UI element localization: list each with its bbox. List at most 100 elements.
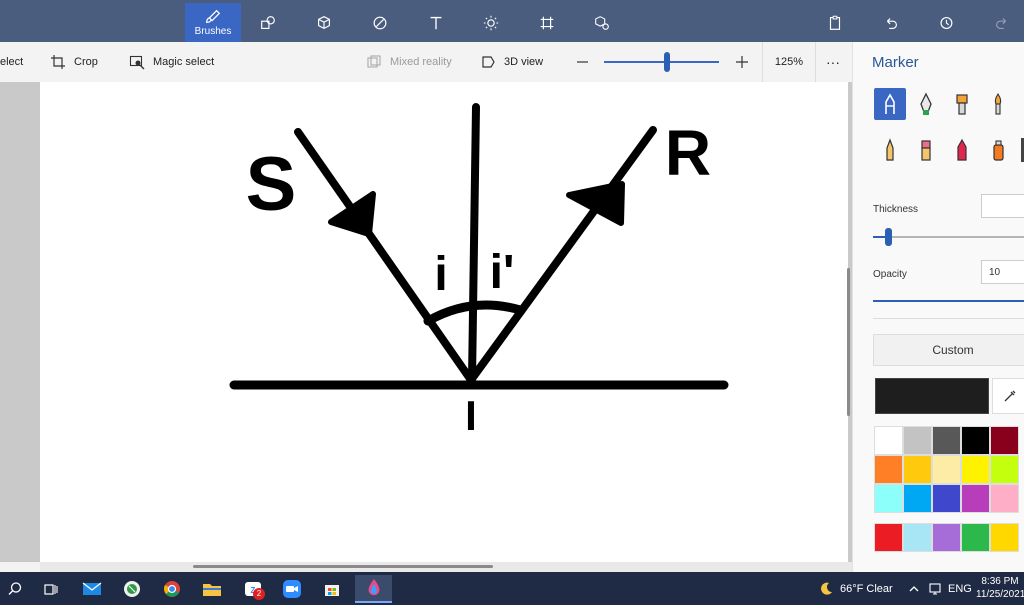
app-icon (124, 581, 140, 597)
store-app[interactable] (317, 575, 347, 603)
thickness-input[interactable] (981, 194, 1024, 218)
green-app[interactable] (117, 575, 147, 603)
drawing-canvas[interactable]: S R i i' I (40, 82, 848, 562)
spray-can-brush[interactable] (982, 134, 1014, 166)
current-color-swatch[interactable] (875, 378, 989, 414)
color-swatch[interactable] (874, 484, 903, 513)
label-angle-i: i (434, 248, 447, 301)
canvas-tab[interactable] (519, 3, 575, 42)
zoom-level-box[interactable]: 125% (762, 42, 816, 82)
zoom-value: 125% (774, 56, 804, 68)
oil-brush[interactable] (946, 88, 978, 120)
eyedropper-button[interactable] (992, 378, 1024, 414)
library-3d-icon (595, 15, 609, 30)
view-3d-button[interactable]: 3D view (480, 42, 543, 82)
color-swatch[interactable] (932, 455, 961, 484)
weather-widget[interactable]: 66°F Clear (818, 572, 893, 605)
custom-color-button[interactable]: Custom (873, 334, 1024, 366)
network-icon (929, 582, 941, 595)
label-r: R (665, 117, 711, 189)
language-indicator[interactable]: ENG (948, 572, 972, 605)
view-3d-icon (482, 56, 495, 68)
thickness-slider-thumb[interactable] (885, 228, 893, 246)
redo-button[interactable] (974, 3, 1024, 42)
opacity-label: Opacity (873, 269, 907, 280)
color-swatch[interactable] (903, 426, 932, 455)
color-swatch[interactable] (903, 484, 932, 513)
color-swatch[interactable] (874, 426, 903, 455)
mail-app[interactable] (77, 575, 107, 603)
color-swatch[interactable] (961, 455, 990, 484)
shapes-2d-icon (261, 15, 275, 29)
pencil-brush[interactable] (874, 134, 906, 166)
file-explorer-app[interactable] (197, 575, 227, 603)
magic-select-button[interactable]: Magic select (129, 42, 214, 82)
crop-button[interactable]: Crop (50, 42, 98, 82)
paste-button[interactable] (807, 3, 863, 42)
color-swatch[interactable] (932, 523, 961, 552)
color-swatch[interactable] (874, 523, 903, 552)
crop-icon (51, 55, 65, 69)
color-swatch[interactable] (990, 426, 1019, 455)
color-swatch[interactable] (961, 484, 990, 513)
paint3d-app[interactable] (355, 575, 392, 603)
color-swatch[interactable] (990, 523, 1019, 552)
task-view-button[interactable] (36, 575, 66, 603)
text-tab[interactable] (408, 3, 464, 42)
color-swatch[interactable] (961, 426, 990, 455)
workspace-left (0, 82, 40, 562)
crop-label: Crop (74, 56, 98, 68)
stickers-tab[interactable] (352, 3, 408, 42)
eraser-brush[interactable] (910, 134, 942, 166)
more-options-button[interactable]: ··· (826, 42, 840, 82)
zoom-out-button[interactable] (575, 42, 591, 82)
zoom-chat-app[interactable]: Z 2 (238, 575, 268, 603)
chevron-up-icon (909, 585, 919, 591)
effects-tab[interactable] (463, 3, 519, 42)
network-button[interactable] (928, 572, 942, 605)
label-angle-i-prime: i' (490, 246, 515, 299)
cube-icon (318, 15, 330, 29)
vertical-scrollbar[interactable] (847, 268, 850, 416)
select-button[interactable]: elect (0, 42, 23, 82)
magic-select-label: Magic select (153, 56, 215, 68)
chrome-app[interactable] (157, 575, 187, 603)
undo-button[interactable] (863, 3, 919, 42)
color-swatch[interactable] (874, 455, 903, 484)
search-button[interactable] (0, 575, 30, 603)
clock[interactable]: 8:36 PM 11/25/2021 (976, 575, 1024, 601)
color-swatch[interactable] (961, 523, 990, 552)
marker-brush[interactable] (874, 88, 906, 120)
zoom-in-button[interactable] (734, 42, 750, 82)
zoom-slider-track[interactable] (604, 61, 719, 63)
color-swatch[interactable] (990, 455, 1019, 484)
history-button[interactable] (918, 3, 974, 42)
opacity-slider-track[interactable] (873, 300, 1024, 302)
plus-icon (736, 56, 748, 68)
calligraphy-pen-icon (920, 92, 932, 115)
shapes-3d-tab[interactable] (296, 3, 352, 42)
incident-arrowhead (328, 191, 376, 237)
watercolor-brush[interactable] (982, 88, 1014, 120)
calligraphy-pen-brush[interactable] (910, 88, 942, 120)
thickness-slider-track[interactable] (873, 236, 1024, 238)
library-3d-tab[interactable] (574, 3, 630, 42)
more-options-label: ··· (826, 54, 840, 70)
redo-icon (996, 17, 1007, 29)
zoom-app[interactable] (277, 575, 307, 603)
color-swatch[interactable] (932, 484, 961, 513)
brushes-tab[interactable]: Brushes (185, 3, 241, 42)
color-swatch[interactable] (932, 426, 961, 455)
mixed-reality-button[interactable]: Mixed reality (366, 42, 452, 82)
history-icon (940, 16, 953, 29)
color-swatch[interactable] (990, 484, 1019, 513)
opacity-input[interactable]: 10 (981, 260, 1024, 284)
zoom-slider-thumb[interactable] (664, 52, 671, 72)
crayon-brush[interactable] (946, 134, 978, 166)
horizontal-scrollbar[interactable] (193, 565, 493, 568)
shapes-2d-tab[interactable] (240, 3, 296, 42)
store-icon (325, 585, 339, 596)
color-swatch[interactable] (903, 455, 932, 484)
show-hidden-icons-button[interactable] (908, 572, 920, 605)
color-swatch[interactable] (903, 523, 932, 552)
